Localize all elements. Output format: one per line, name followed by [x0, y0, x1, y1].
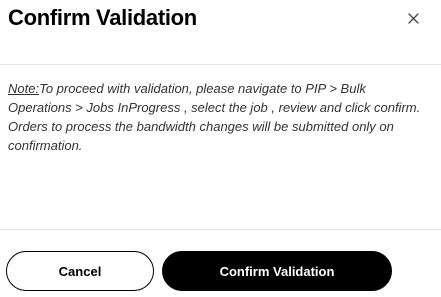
close-button[interactable] [403, 8, 423, 28]
dialog-title: Confirm Validation [8, 5, 197, 30]
header-divider [0, 64, 441, 65]
note-label: Note: [8, 81, 40, 96]
cancel-button[interactable]: Cancel [6, 251, 154, 291]
confirm-validation-dialog: Confirm Validation Note:To proceed with … [0, 0, 441, 297]
note-text: To proceed with validation, please navig… [8, 81, 421, 153]
confirm-validation-button[interactable]: Confirm Validation [162, 251, 392, 291]
dialog-message: Note:To proceed with validation, please … [8, 79, 433, 155]
footer-divider [0, 229, 441, 230]
close-icon [407, 12, 419, 24]
